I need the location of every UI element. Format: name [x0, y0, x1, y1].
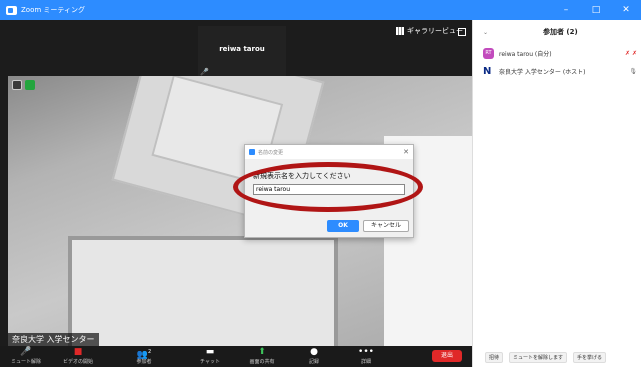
raise-hand-button[interactable]: 手を挙げる [573, 351, 607, 363]
speaker-name-tag: 奈良大学 入学センター [8, 333, 99, 346]
mic-icon: 🎙 [629, 67, 637, 75]
participants-footer: 招待 ミュートを解除します 手を挙げる [473, 347, 641, 367]
meeting-toolbar: 🎤 ミュート解除 ■ ビデオの開始 👥2 参加者 ▬ チャット ⬆ 画面の共有 … [0, 346, 472, 367]
grid-icon [396, 27, 404, 35]
window-title: Zoom ミーティング [21, 6, 85, 14]
zoom-icon [249, 149, 255, 155]
shield-icon[interactable] [25, 80, 35, 90]
more-button[interactable]: ••• 詳細 [340, 346, 392, 365]
more-icon: ••• [358, 347, 374, 357]
whiteboard [68, 236, 338, 346]
dialog-prompt: 新規表示名を入力してください [253, 172, 351, 180]
participants-button[interactable]: 👥2 参加者 [104, 346, 184, 365]
window-title-bar: Zoom ミーティング – □ ✕ [0, 0, 641, 20]
invite-button[interactable]: 招待 [485, 351, 504, 363]
close-icon[interactable]: ✕ [403, 148, 409, 156]
chat-icon: ▬ [205, 347, 215, 357]
record-button[interactable]: ● 記録 [288, 346, 340, 365]
rename-dialog: 名前の変更 ✕ 新規表示名を入力してください OK キャンセル [244, 144, 414, 238]
dialog-title: 名前の変更 [258, 149, 284, 156]
unmute-button[interactable]: 🎤 ミュート解除 [0, 346, 52, 365]
participant-name: 奈良大学 入学センター (ホスト) [499, 68, 586, 76]
participants-title: 参加者 (2) [543, 28, 578, 36]
minimize-button[interactable]: – [551, 5, 581, 15]
participants-icon: 👥2 [136, 349, 152, 360]
share-screen-button[interactable]: ⬆ 画面の共有 [236, 346, 288, 365]
fullscreen-icon[interactable] [458, 28, 466, 36]
gallery-view-label: ギャラリービュー [407, 27, 463, 35]
participant-row[interactable]: N 奈良大学 入学センター (ホスト) 🎙 [473, 62, 641, 80]
chevron-down-icon[interactable]: ⌄ [483, 29, 488, 36]
dialog-title-bar: 名前の変更 ✕ [245, 145, 413, 159]
display-name-input[interactable] [253, 184, 405, 195]
participant-name: reiwa tarou (自分) [499, 50, 552, 58]
chat-button[interactable]: ▬ チャット [184, 346, 236, 365]
mic-off-icon: 🎤 [20, 347, 32, 357]
share-screen-icon: ⬆ [258, 347, 266, 357]
zoom-app-icon [6, 5, 17, 15]
avatar: RT [483, 47, 494, 59]
participant-thumbnail[interactable]: reiwa tarou 🎤 [198, 26, 286, 78]
leave-button[interactable]: 退出 [432, 350, 462, 362]
start-video-button[interactable]: ■ ビデオの開始 [52, 346, 104, 365]
ok-button[interactable]: OK [327, 220, 359, 232]
video-off-icon: ■ [73, 347, 83, 357]
mic-muted-icon: 🎤 [200, 68, 209, 76]
close-button[interactable]: ✕ [611, 5, 641, 15]
gallery-view-button[interactable]: ギャラリービュー [396, 26, 463, 36]
info-icon[interactable] [12, 80, 22, 90]
participants-header: ⌄ 参加者 (2) [473, 20, 641, 44]
participant-row[interactable]: RT reiwa tarou (自分) ✗ ✗ [473, 44, 641, 62]
thumbnail-name: reiwa tarou [219, 45, 265, 53]
maximize-button[interactable]: □ [581, 5, 611, 15]
unmute-request-button[interactable]: ミュートを解除します [509, 351, 568, 363]
participants-panel: ⌄ 参加者 (2) RT reiwa tarou (自分) ✗ ✗ N 奈良大学… [472, 20, 641, 367]
record-icon: ● [310, 347, 318, 357]
mic-video-off-icon: ✗ ✗ [625, 49, 637, 57]
cancel-button[interactable]: キャンセル [363, 220, 409, 232]
meeting-info-icons [12, 80, 35, 90]
avatar: N [483, 65, 492, 77]
